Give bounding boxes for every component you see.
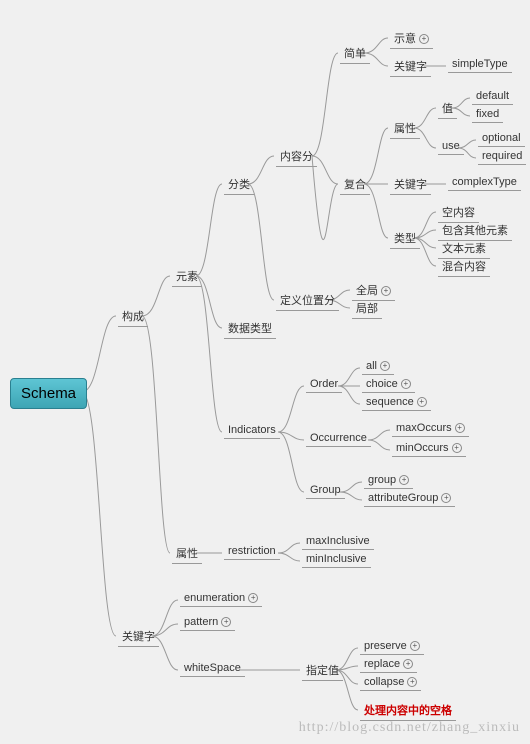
node-seq[interactable]: sequence+	[362, 394, 431, 411]
node-ord[interactable]: Order	[306, 376, 342, 393]
node-ind[interactable]: Indicators	[224, 422, 280, 439]
node-repl[interactable]: replace+	[360, 656, 417, 673]
node-mini[interactable]: minInclusive	[302, 551, 371, 568]
node-opt[interactable]: optional	[478, 130, 525, 147]
node-fh[interactable]: 复合	[340, 174, 370, 195]
node-mino[interactable]: minOccurs+	[392, 440, 466, 457]
node-ct[interactable]: complexType	[448, 174, 521, 191]
expand-icon[interactable]: +	[380, 361, 390, 371]
root-node[interactable]: Schema	[10, 378, 87, 409]
node-gjz2[interactable]: 关键字	[390, 174, 431, 195]
expand-icon[interactable]: +	[399, 475, 409, 485]
node-enum[interactable]: enumeration+	[180, 590, 262, 607]
node-occ[interactable]: Occurrence	[306, 430, 371, 447]
node-pres[interactable]: preserve+	[360, 638, 424, 655]
node-jb[interactable]: 局部	[352, 298, 382, 319]
expand-icon[interactable]: +	[452, 443, 462, 453]
node-cho[interactable]: choice+	[362, 376, 415, 393]
expand-icon[interactable]: +	[381, 286, 391, 296]
node-def[interactable]: default	[472, 88, 513, 105]
node-fix[interactable]: fixed	[472, 106, 503, 123]
node-lx[interactable]: 类型	[390, 228, 420, 249]
node-hhnr[interactable]: 混合内容	[438, 256, 490, 277]
expand-icon[interactable]: +	[419, 34, 429, 44]
node-fl[interactable]: 分类	[224, 174, 254, 195]
expand-icon[interactable]: +	[410, 641, 420, 651]
node-rest[interactable]: restriction	[224, 543, 280, 560]
node-jd[interactable]: 简单	[340, 43, 370, 64]
node-gc[interactable]: 构成	[118, 306, 148, 327]
expand-icon[interactable]: +	[417, 397, 427, 407]
node-dywzf[interactable]: 定义位置分	[276, 290, 339, 311]
expand-icon[interactable]: +	[401, 379, 411, 389]
node-maxo[interactable]: maxOccurs+	[392, 420, 469, 437]
watermark: http://blog.csdn.net/zhang_xinxiu	[299, 720, 520, 736]
node-use[interactable]: use	[438, 138, 464, 155]
node-coll[interactable]: collapse+	[360, 674, 421, 691]
node-ws[interactable]: whiteSpace	[180, 660, 245, 677]
node-attrg[interactable]: attributeGroup+	[364, 490, 455, 507]
node-nrf[interactable]: 内容分	[276, 146, 317, 167]
node-ys[interactable]: 元素	[172, 266, 202, 287]
node-zhi[interactable]: 值	[438, 98, 457, 119]
node-grp1[interactable]: group+	[364, 472, 413, 489]
expand-icon[interactable]: +	[441, 493, 451, 503]
expand-icon[interactable]: +	[407, 677, 417, 687]
node-highlight[interactable]: 处理内容中的空格	[360, 700, 456, 721]
node-gjz3[interactable]: 关键字	[118, 626, 159, 647]
expand-icon[interactable]: +	[455, 423, 465, 433]
node-zdz[interactable]: 指定值	[302, 660, 343, 681]
node-maxi[interactable]: maxInclusive	[302, 533, 374, 550]
node-sy[interactable]: 示意+	[390, 28, 433, 49]
node-sjlx[interactable]: 数据类型	[224, 318, 276, 339]
node-sx1[interactable]: 属性	[390, 118, 420, 139]
node-grp[interactable]: Group	[306, 482, 345, 499]
node-sx2[interactable]: 属性	[172, 543, 202, 564]
expand-icon[interactable]: +	[221, 617, 231, 627]
node-all[interactable]: all+	[362, 358, 394, 375]
node-req[interactable]: required	[478, 148, 526, 165]
node-gjz1[interactable]: 关键字	[390, 56, 431, 77]
node-pat[interactable]: pattern+	[180, 614, 235, 631]
expand-icon[interactable]: +	[248, 593, 258, 603]
node-st[interactable]: simpleType	[448, 56, 512, 73]
expand-icon[interactable]: +	[403, 659, 413, 669]
